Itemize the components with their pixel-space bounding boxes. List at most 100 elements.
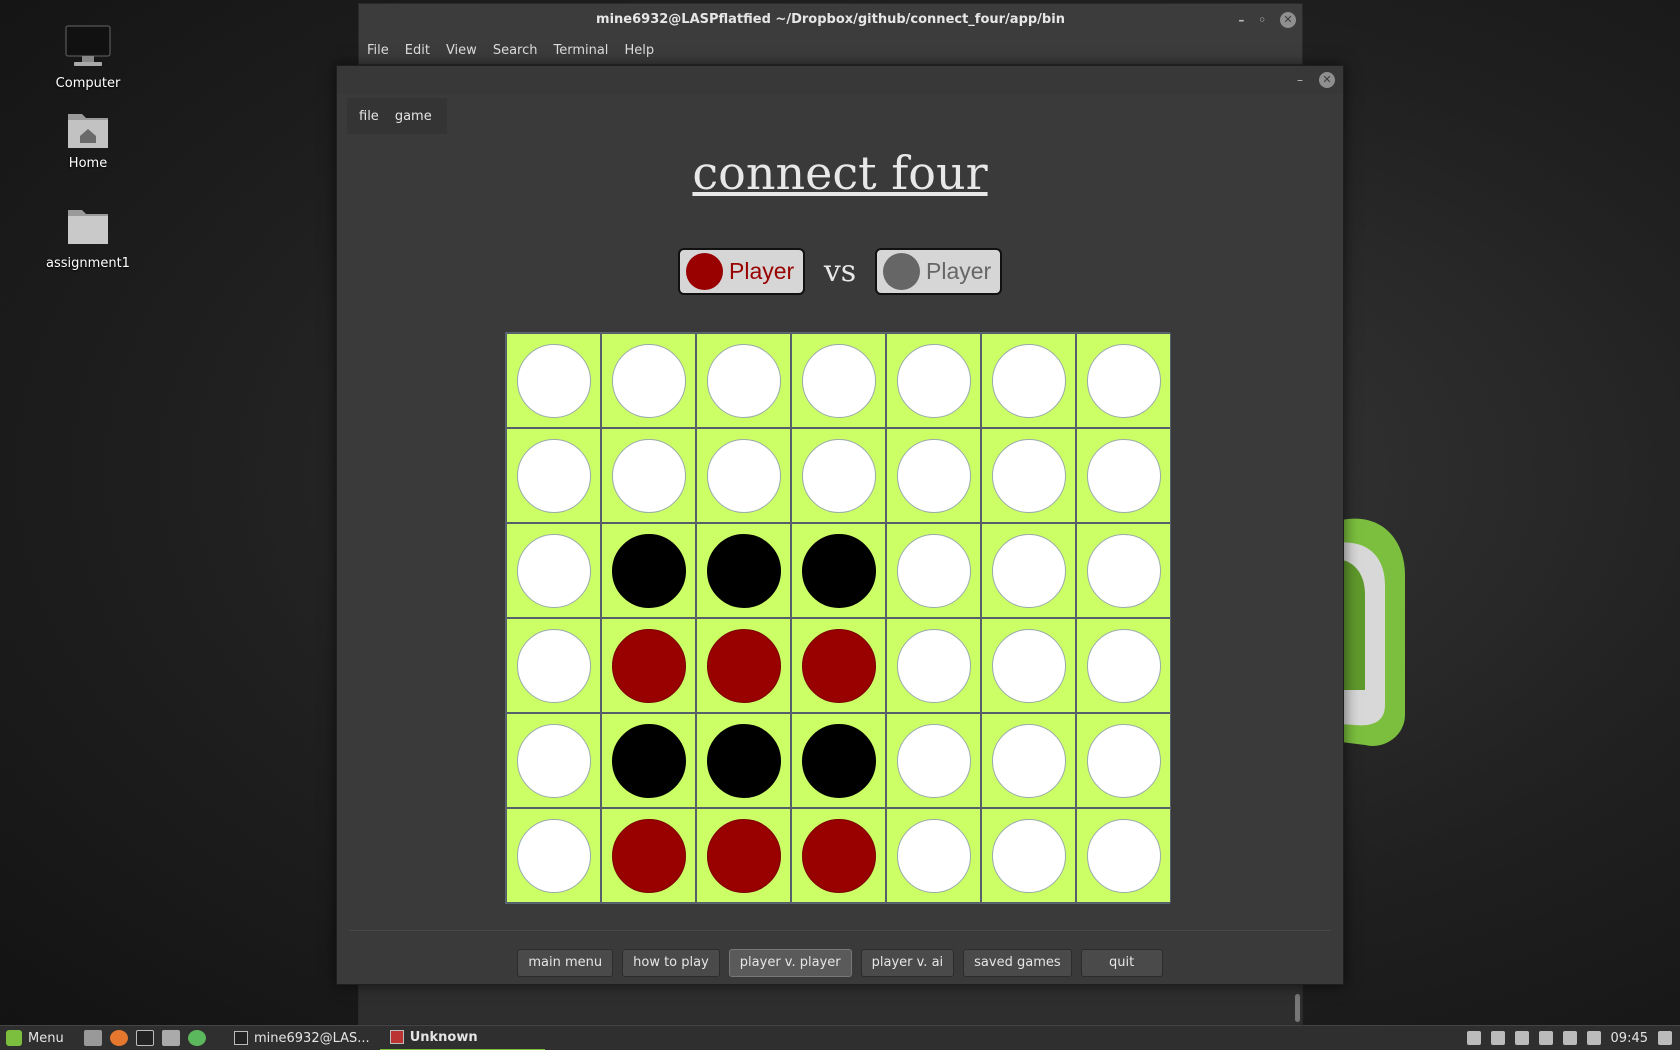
board-cell[interactable] bbox=[601, 713, 696, 808]
desktop-icon-assignment1[interactable]: assignment1 bbox=[33, 204, 143, 271]
board-cell[interactable] bbox=[696, 428, 791, 523]
mint-menu-icon bbox=[6, 1030, 22, 1046]
task-terminal[interactable]: mine6932@LAS... bbox=[224, 1026, 380, 1050]
board-cell[interactable] bbox=[981, 523, 1076, 618]
board-cell[interactable] bbox=[886, 333, 981, 428]
terminal-icon[interactable] bbox=[136, 1030, 154, 1046]
board-cell[interactable] bbox=[981, 713, 1076, 808]
board-cell[interactable] bbox=[1076, 808, 1171, 903]
empty-slot bbox=[1086, 723, 1161, 798]
game-board[interactable] bbox=[505, 332, 1171, 904]
board-cell[interactable] bbox=[886, 428, 981, 523]
board-cell[interactable] bbox=[981, 333, 1076, 428]
board-cell[interactable] bbox=[696, 713, 791, 808]
board-cell[interactable] bbox=[506, 523, 601, 618]
game-window[interactable]: – ✕ file game connect four Player vs Pla… bbox=[336, 65, 1344, 985]
empty-slot bbox=[991, 818, 1066, 893]
board-cell[interactable] bbox=[506, 713, 601, 808]
board-cell[interactable] bbox=[791, 808, 886, 903]
board-cell[interactable] bbox=[601, 808, 696, 903]
board-cell[interactable] bbox=[1076, 333, 1171, 428]
empty-slot bbox=[1086, 533, 1161, 608]
board-cell[interactable] bbox=[1076, 713, 1171, 808]
board-cell[interactable] bbox=[506, 618, 601, 713]
start-menu-button[interactable]: Menu bbox=[0, 1030, 78, 1046]
menu-edit[interactable]: Edit bbox=[405, 43, 430, 58]
dropbox-icon[interactable] bbox=[1586, 1031, 1601, 1045]
board-cell[interactable] bbox=[506, 333, 601, 428]
minimize-icon[interactable]: – bbox=[1297, 73, 1303, 87]
player-v-player-button[interactable]: player v. player bbox=[728, 949, 852, 977]
empty-slot bbox=[516, 533, 591, 608]
volume-icon[interactable] bbox=[1514, 1031, 1529, 1045]
menu-search[interactable]: Search bbox=[493, 43, 538, 58]
menu-terminal[interactable]: Terminal bbox=[553, 43, 608, 58]
board-cell[interactable] bbox=[791, 618, 886, 713]
menu-file[interactable]: File bbox=[367, 43, 389, 58]
vs-label: vs bbox=[823, 254, 857, 289]
board-cell[interactable] bbox=[1076, 523, 1171, 618]
board-cell[interactable] bbox=[791, 713, 886, 808]
red-disc bbox=[706, 818, 781, 893]
board-cell[interactable] bbox=[981, 808, 1076, 903]
board-cell[interactable] bbox=[506, 428, 601, 523]
saved-games-button[interactable]: saved games bbox=[963, 949, 1072, 977]
menu-help[interactable]: Help bbox=[624, 43, 654, 58]
board-cell[interactable] bbox=[601, 428, 696, 523]
terminal-titlebar[interactable]: mine6932@LASPflatfied ~/Dropbox/github/c… bbox=[359, 4, 1302, 36]
game-titlebar[interactable]: – ✕ bbox=[337, 66, 1343, 94]
desktop-icon-computer[interactable]: Computer bbox=[33, 22, 143, 91]
divider bbox=[349, 930, 1331, 931]
task-label: Unknown bbox=[409, 1029, 478, 1045]
board-cell[interactable] bbox=[601, 333, 696, 428]
how-to-play-button[interactable]: how to play bbox=[622, 949, 720, 977]
board-cell[interactable] bbox=[696, 333, 791, 428]
board-cell[interactable] bbox=[696, 808, 791, 903]
main-menu-button[interactable]: main menu bbox=[517, 949, 614, 977]
display-icon[interactable] bbox=[1658, 1031, 1672, 1045]
close-icon[interactable]: ✕ bbox=[1319, 72, 1335, 88]
board-cell[interactable] bbox=[506, 808, 601, 903]
vnc-icon[interactable] bbox=[1538, 1031, 1553, 1045]
terminal-scrollbar[interactable] bbox=[1295, 994, 1300, 1022]
board-cell[interactable] bbox=[886, 618, 981, 713]
files-icon[interactable] bbox=[162, 1030, 180, 1046]
quick-launch bbox=[84, 1030, 206, 1046]
board-cell[interactable] bbox=[981, 618, 1076, 713]
minimize-icon[interactable]: – bbox=[1238, 4, 1244, 36]
board-cell[interactable] bbox=[886, 808, 981, 903]
firefox-icon[interactable] bbox=[110, 1030, 128, 1046]
quit-button[interactable]: quit bbox=[1080, 949, 1163, 977]
board-cell[interactable] bbox=[1076, 428, 1171, 523]
maximize-icon[interactable]: ◦ bbox=[1258, 4, 1266, 36]
task-unknown[interactable]: Unknown bbox=[379, 1026, 545, 1050]
close-icon[interactable]: ✕ bbox=[1280, 12, 1296, 28]
board-cell[interactable] bbox=[696, 523, 791, 618]
menu-game[interactable]: game bbox=[395, 109, 432, 124]
empty-slot bbox=[991, 438, 1066, 513]
user-icon[interactable] bbox=[1466, 1031, 1481, 1045]
menu-view[interactable]: View bbox=[446, 43, 477, 58]
board-cell[interactable] bbox=[696, 618, 791, 713]
empty-slot bbox=[1086, 343, 1161, 418]
board-cell[interactable] bbox=[1076, 618, 1171, 713]
board-cell[interactable] bbox=[601, 618, 696, 713]
player-v-ai-button[interactable]: player v. ai bbox=[860, 949, 955, 977]
game-title: connect four bbox=[692, 146, 988, 200]
show-desktop-icon[interactable] bbox=[84, 1030, 102, 1046]
menu-file[interactable]: file bbox=[359, 109, 379, 124]
board-cell[interactable] bbox=[981, 428, 1076, 523]
board-cell[interactable] bbox=[791, 333, 886, 428]
shield-icon[interactable] bbox=[1562, 1031, 1577, 1045]
desktop-icon-home[interactable]: Home bbox=[33, 104, 143, 171]
board-cell[interactable] bbox=[886, 713, 981, 808]
empty-slot bbox=[706, 438, 781, 513]
board-cell[interactable] bbox=[791, 428, 886, 523]
software-icon[interactable] bbox=[188, 1030, 206, 1046]
network-icon[interactable] bbox=[1490, 1031, 1505, 1045]
board-cell[interactable] bbox=[886, 523, 981, 618]
board-cell[interactable] bbox=[601, 523, 696, 618]
home-folder-icon bbox=[68, 114, 108, 148]
board-cell[interactable] bbox=[791, 523, 886, 618]
empty-slot bbox=[801, 438, 876, 513]
